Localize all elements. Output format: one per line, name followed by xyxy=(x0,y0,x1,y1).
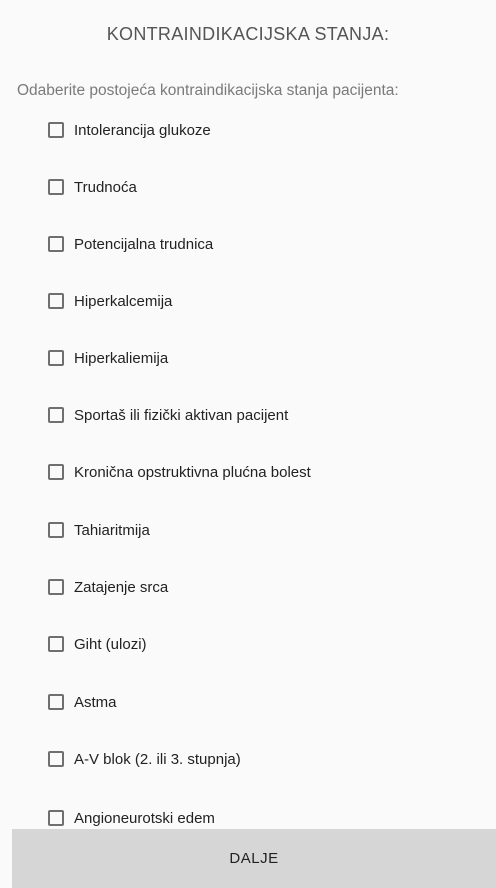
checkbox[interactable] xyxy=(48,579,64,595)
condition-label: Tahiaritmija xyxy=(74,521,150,539)
condition-item[interactable]: A-V blok (2. ili 3. stupnja) xyxy=(48,747,241,771)
condition-label: Hiperkalcemija xyxy=(74,292,173,310)
condition-label: Hiperkaliemija xyxy=(74,349,169,367)
condition-item[interactable]: Trudnoća xyxy=(48,175,137,199)
condition-label: Zatajenje srca xyxy=(74,578,169,596)
condition-label: Trudnoća xyxy=(74,178,137,196)
condition-label: Potencijalna trudnica xyxy=(74,235,214,253)
checkbox[interactable] xyxy=(48,293,64,309)
checkbox[interactable] xyxy=(48,751,64,767)
condition-item[interactable]: Tahiaritmija xyxy=(48,518,150,542)
condition-label: Intolerancija glukoze xyxy=(74,121,211,139)
condition-item[interactable]: Kronična opstruktivna plućna bolest xyxy=(48,460,311,484)
checkbox[interactable] xyxy=(48,122,64,138)
checkbox[interactable] xyxy=(48,407,64,423)
checkbox[interactable] xyxy=(48,464,64,480)
condition-item[interactable]: Sportaš ili fizički aktivan pacijent xyxy=(48,403,288,427)
checkbox[interactable] xyxy=(48,810,64,826)
conditions-list: Intolerancija glukoze Trudnoća Potencija… xyxy=(48,0,488,830)
checkbox[interactable] xyxy=(48,179,64,195)
condition-item[interactable]: Intolerancija glukoze xyxy=(48,118,211,142)
next-button-label: DALJE xyxy=(229,850,279,867)
condition-item[interactable]: Giht (ulozi) xyxy=(48,632,147,656)
condition-item[interactable]: Hiperkaliemija xyxy=(48,346,168,370)
condition-item[interactable]: Zatajenje srca xyxy=(48,575,168,599)
next-button[interactable]: DALJE xyxy=(12,829,496,888)
condition-label: Angioneurotski edem xyxy=(74,809,215,827)
condition-label: Kronična opstruktivna plućna bolest xyxy=(74,463,311,481)
condition-item[interactable]: Potencijalna trudnica xyxy=(48,232,213,256)
condition-label: A-V blok (2. ili 3. stupnja) xyxy=(74,750,241,768)
checkbox[interactable] xyxy=(48,350,64,366)
condition-label: Sportaš ili fizički aktivan pacijent xyxy=(74,406,289,424)
condition-item[interactable]: Angioneurotski edem xyxy=(48,806,215,830)
condition-item[interactable]: Astma xyxy=(48,690,117,714)
condition-label: Giht (ulozi) xyxy=(74,635,147,653)
condition-label: Astma xyxy=(74,693,117,711)
checkbox[interactable] xyxy=(48,636,64,652)
checkbox[interactable] xyxy=(48,694,64,710)
checkbox[interactable] xyxy=(48,236,64,252)
condition-item[interactable]: Hiperkalcemija xyxy=(48,289,172,313)
checkbox[interactable] xyxy=(48,522,64,538)
